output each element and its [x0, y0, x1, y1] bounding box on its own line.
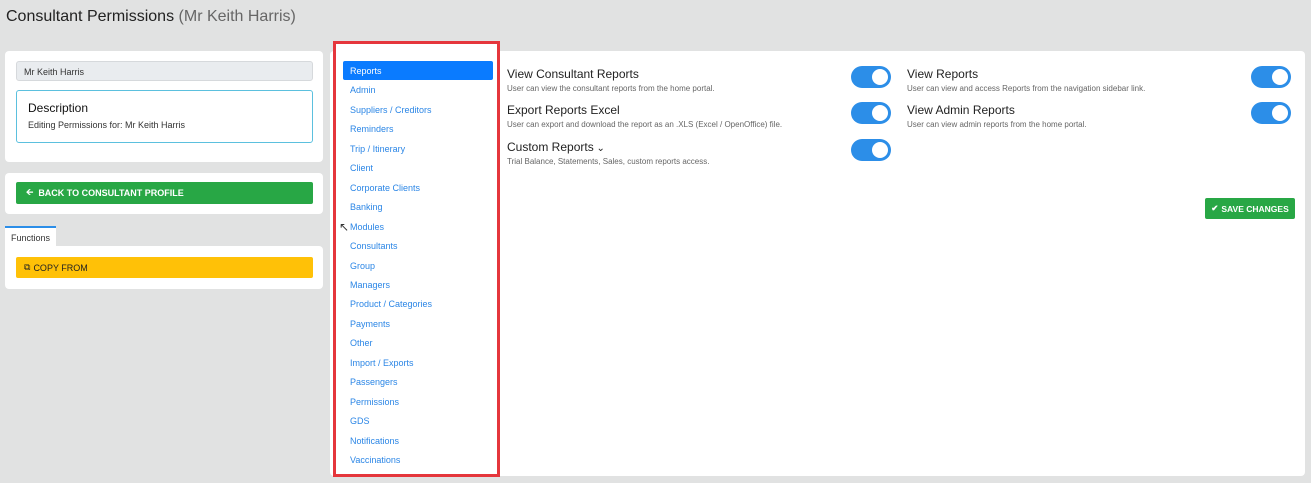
permission-toggle[interactable] [1251, 102, 1291, 124]
nav-item-permissions[interactable]: Permissions [343, 392, 493, 411]
nav-item-consultants[interactable]: Consultants [343, 236, 493, 255]
mouse-cursor-icon: ↖ [339, 220, 350, 234]
permission-toggle[interactable] [1251, 66, 1291, 88]
nav-item-import-exports[interactable]: Import / Exports [343, 353, 493, 372]
nav-item-client[interactable]: Client [343, 158, 493, 177]
back-to-profile-button[interactable]: 🡨 BACK TO CONSULTANT PROFILE [16, 182, 313, 204]
description-box: Description Editing Permissions for: Mr … [16, 90, 313, 143]
permission-title: View Reports [907, 67, 1145, 81]
save-changes-button[interactable]: ✔ SAVE CHANGES [1205, 198, 1295, 219]
nav-item-vaccinations[interactable]: Vaccinations [343, 450, 493, 469]
permission-toggle[interactable] [851, 66, 891, 88]
permission-title-text: Custom Reports [507, 140, 594, 154]
title-text: Consultant Permissions [6, 8, 175, 25]
copy-button-label: COPY FROM [33, 262, 88, 273]
permission-toggle[interactable] [851, 139, 891, 161]
nav-item-passengers[interactable]: Passengers [343, 372, 493, 391]
permission-description: User can view the consultant reports fro… [507, 84, 715, 93]
consultant-name-field: Mr Keith Harris [16, 61, 313, 81]
nav-item-notifications[interactable]: Notifications [343, 431, 493, 450]
permission-title: View Consultant Reports [507, 67, 715, 81]
description-title: Description [28, 101, 89, 115]
permission-item: Export Reports Excel User can export and … [507, 103, 782, 129]
permission-description: User can view admin reports from the hom… [907, 120, 1087, 129]
nav-item-modules[interactable]: Modules [343, 217, 493, 236]
title-subtitle: (Mr Keith Harris) [178, 8, 296, 25]
description-text: Editing Permissions for: Mr Keith Harris [28, 120, 186, 130]
permission-title-text: View Admin Reports [907, 103, 1015, 117]
permission-toggle[interactable] [851, 102, 891, 124]
nav-item-payments[interactable]: Payments [343, 314, 493, 333]
nav-item-gds[interactable]: GDS [343, 411, 493, 430]
copy-from-button[interactable]: ⧉ COPY FROM [16, 257, 313, 278]
check-icon: ✔ [1211, 203, 1219, 213]
nav-item-group[interactable]: Group [343, 256, 493, 275]
nav-item-product-categories[interactable]: Product / Categories [343, 294, 493, 313]
permission-description: User can view and access Reports from th… [907, 84, 1146, 93]
permission-item: Custom Reports ⌄ Trial Balance, Statement… [507, 140, 709, 166]
nav-item-admin[interactable]: Admin [343, 80, 493, 99]
permission-title-text: Export Reports Excel [507, 103, 620, 117]
nav-item-suppliers-creditors[interactable]: Suppliers / Creditors [343, 100, 493, 119]
nav-item-managers[interactable]: Managers [343, 275, 493, 294]
nav-item-corporate-clients[interactable]: Corporate Clients [343, 178, 493, 197]
permission-item: View Consultant Reports User can view the… [507, 67, 715, 93]
nav-item-banking[interactable]: Banking [343, 197, 493, 216]
chevron-down-icon[interactable]: ⌄ [594, 143, 604, 154]
permission-title-text: View Reports [907, 67, 979, 81]
permission-description: User can export and download the report … [507, 120, 783, 129]
tab-functions[interactable]: Functions [5, 226, 56, 246]
save-button-label: SAVE CHANGES [1221, 203, 1289, 214]
back-button-label: BACK TO CONSULTANT PROFILE [38, 188, 184, 198]
copy-icon: ⧉ [24, 262, 31, 272]
page-title: Consultant Permissions (Mr Keith Harris) [6, 8, 296, 26]
permission-title: View Admin Reports [907, 103, 1087, 117]
permission-item: View Admin Reports User can view admin re… [907, 103, 1087, 129]
arrow-left-icon: 🡨 [26, 187, 34, 197]
permission-title[interactable]: Custom Reports ⌄ [507, 140, 709, 154]
permission-title: Export Reports Excel [507, 103, 782, 117]
permission-item: View Reports User can view and access Rep… [907, 67, 1145, 93]
permission-title-text: View Consultant Reports [507, 67, 639, 81]
nav-item-reports[interactable]: Reports [343, 61, 493, 80]
nav-item-reminders[interactable]: Reminders [343, 119, 493, 138]
nav-item-other[interactable]: Other [343, 333, 493, 352]
permission-description: Trial Balance, Statements, Sales, custom… [507, 157, 710, 166]
nav-item-trip-itinerary[interactable]: Trip / Itinerary [343, 139, 493, 158]
